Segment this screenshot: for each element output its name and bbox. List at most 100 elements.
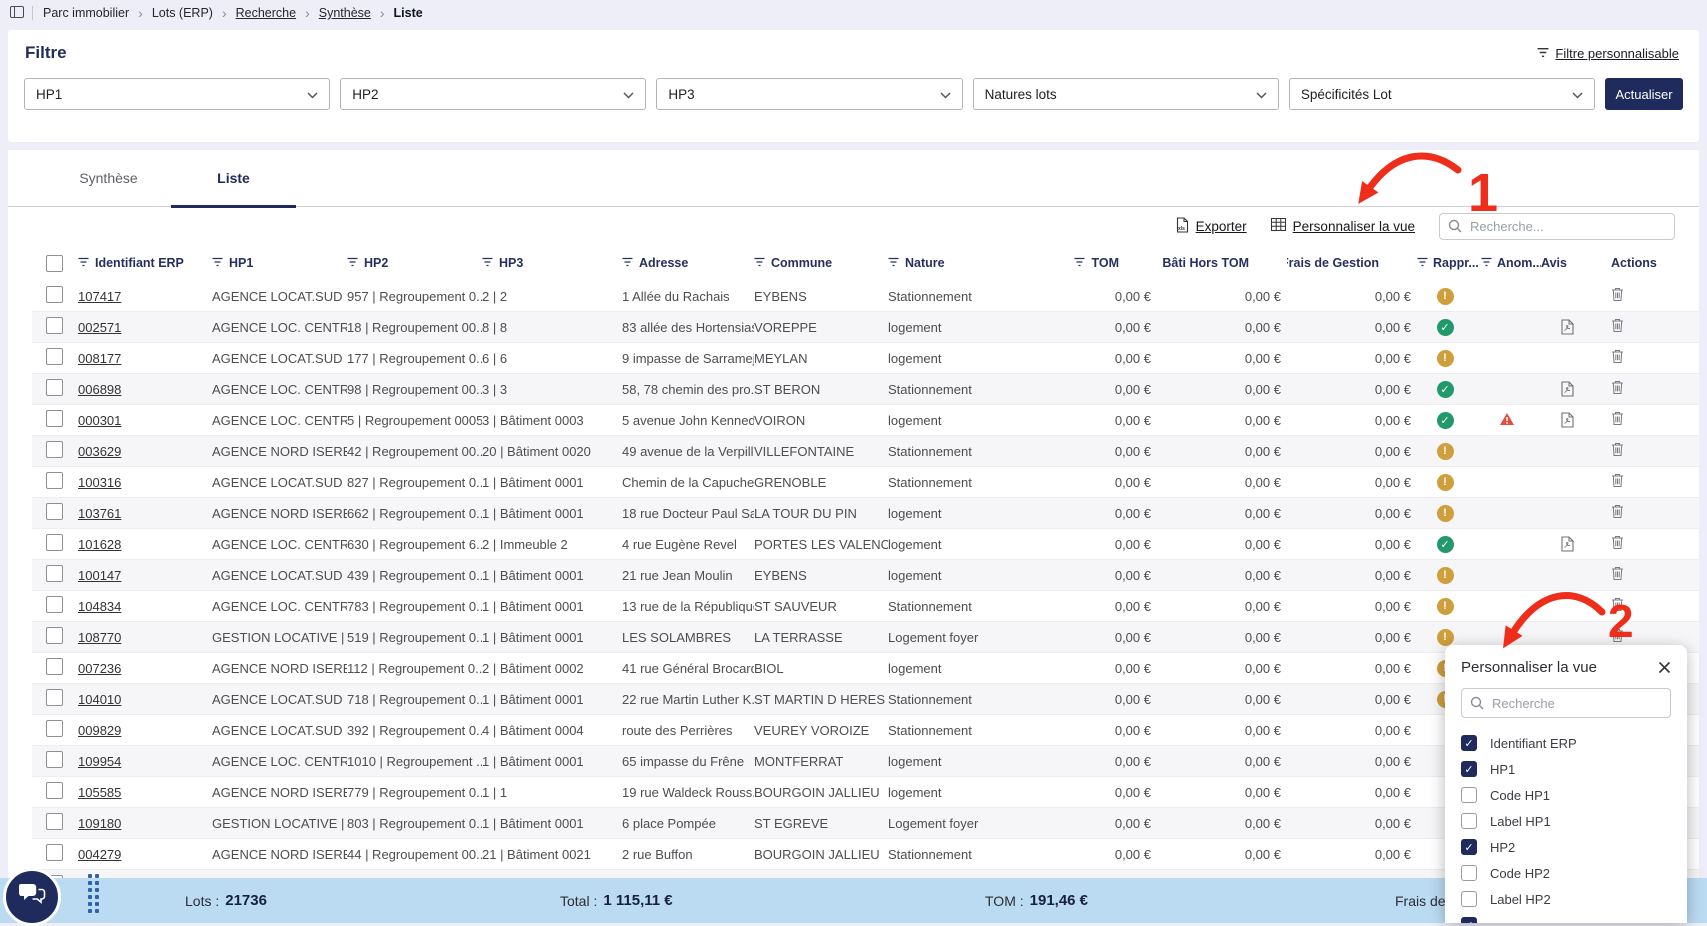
- drag-handle[interactable]: [88, 874, 99, 913]
- export-button[interactable]: xls Exporter: [1176, 217, 1247, 236]
- tab-liste[interactable]: Liste: [171, 150, 296, 208]
- row-checkbox[interactable]: [46, 441, 63, 458]
- filter-icon[interactable]: [212, 256, 223, 270]
- row-checkbox[interactable]: [46, 503, 63, 520]
- pdf-document-icon[interactable]: [1561, 381, 1574, 397]
- col-header-tom[interactable]: TOM: [1007, 256, 1157, 270]
- delete-row-button[interactable]: [1611, 566, 1624, 584]
- filter-icon[interactable]: [482, 256, 493, 270]
- lot-id-link[interactable]: 104010: [78, 692, 121, 707]
- filter-select-natures-lots[interactable]: Natures lots: [973, 78, 1279, 110]
- lot-id-link[interactable]: 000301: [78, 413, 121, 428]
- table-search-input[interactable]: [1439, 213, 1675, 240]
- checked-checkbox[interactable]: ✓: [1461, 735, 1477, 751]
- filter-icon[interactable]: [622, 256, 633, 270]
- lot-id-link[interactable]: 009829: [78, 723, 121, 738]
- row-checkbox[interactable]: [46, 565, 63, 582]
- popup-search-input[interactable]: [1461, 688, 1671, 718]
- pdf-document-icon[interactable]: [1561, 412, 1574, 428]
- refresh-button[interactable]: Actualiser: [1605, 78, 1683, 110]
- filter-icon[interactable]: [1481, 256, 1492, 270]
- row-checkbox[interactable]: [46, 627, 63, 644]
- close-icon[interactable]: [1658, 661, 1671, 674]
- row-checkbox[interactable]: [46, 379, 63, 396]
- chat-widget-button[interactable]: [3, 868, 61, 926]
- filter-icon[interactable]: [888, 256, 899, 270]
- row-checkbox[interactable]: [46, 410, 63, 427]
- col-header-commune[interactable]: Commune: [754, 256, 888, 270]
- row-checkbox[interactable]: [46, 596, 63, 613]
- col-header-adresse[interactable]: Adresse: [622, 256, 754, 270]
- lot-id-link[interactable]: 006898: [78, 382, 121, 397]
- delete-row-button[interactable]: [1611, 504, 1624, 522]
- filter-select-hp1[interactable]: HP1: [24, 78, 330, 110]
- filter-select-sp-cificit-s-lot[interactable]: Spécificités Lot: [1289, 78, 1595, 110]
- row-checkbox[interactable]: [46, 813, 63, 830]
- delete-row-button[interactable]: [1611, 349, 1624, 367]
- col-header-avis[interactable]: Avis: [1541, 256, 1601, 270]
- checked-checkbox[interactable]: ✓: [1461, 917, 1477, 923]
- unchecked-checkbox[interactable]: [1461, 865, 1477, 881]
- pdf-document-icon[interactable]: [1561, 536, 1574, 552]
- popup-item-hp2[interactable]: ✓HP2: [1461, 834, 1671, 860]
- filter-icon[interactable]: [1074, 256, 1085, 270]
- lot-id-link[interactable]: 003629: [78, 444, 121, 459]
- delete-row-button[interactable]: [1611, 411, 1624, 429]
- lot-id-link[interactable]: 107417: [78, 289, 121, 304]
- delete-row-button[interactable]: [1611, 318, 1624, 336]
- lot-id-link[interactable]: 004279: [78, 847, 121, 862]
- popup-item-partial[interactable]: ✓: [1461, 912, 1671, 923]
- row-checkbox[interactable]: [46, 348, 63, 365]
- delete-row-button[interactable]: [1611, 597, 1624, 615]
- lot-id-link[interactable]: 007236: [78, 661, 121, 676]
- row-checkbox[interactable]: [46, 658, 63, 675]
- delete-row-button[interactable]: [1611, 287, 1624, 305]
- lot-id-link[interactable]: 100147: [78, 568, 121, 583]
- filter-icon[interactable]: [78, 256, 89, 270]
- checked-checkbox[interactable]: ✓: [1461, 761, 1477, 777]
- pdf-document-icon[interactable]: [1561, 319, 1574, 335]
- checked-checkbox[interactable]: ✓: [1461, 839, 1477, 855]
- unchecked-checkbox[interactable]: [1461, 891, 1477, 907]
- col-header-hp1[interactable]: HP1: [212, 256, 347, 270]
- breadcrumb-item-3[interactable]: Synthèse: [319, 6, 371, 20]
- lot-id-link[interactable]: 103761: [78, 506, 121, 521]
- delete-row-button[interactable]: [1611, 380, 1624, 398]
- lot-id-link[interactable]: 104834: [78, 599, 121, 614]
- col-header-frais-de-gestion[interactable]: Frais de Gestion: [1287, 256, 1417, 270]
- lot-id-link[interactable]: 008177: [78, 351, 121, 366]
- popup-item-identifiant-erp[interactable]: ✓Identifiant ERP: [1461, 730, 1671, 756]
- customize-view-button[interactable]: Personnaliser la vue: [1271, 218, 1415, 234]
- popup-item-label-hp1[interactable]: Label HP1: [1461, 808, 1671, 834]
- row-checkbox[interactable]: [46, 317, 63, 334]
- popup-item-code-hp1[interactable]: Code HP1: [1461, 782, 1671, 808]
- delete-row-button[interactable]: [1611, 535, 1624, 553]
- unchecked-checkbox[interactable]: [1461, 787, 1477, 803]
- filter-select-hp2[interactable]: HP2: [340, 78, 646, 110]
- row-checkbox[interactable]: [46, 844, 63, 861]
- col-header-hp3[interactable]: HP3: [482, 256, 622, 270]
- filter-icon[interactable]: [1417, 256, 1428, 270]
- lot-id-link[interactable]: 105585: [78, 785, 121, 800]
- row-checkbox[interactable]: [46, 286, 63, 303]
- filter-icon[interactable]: [347, 256, 358, 270]
- col-header-nature[interactable]: Nature: [888, 256, 1007, 270]
- row-checkbox[interactable]: [46, 534, 63, 551]
- lot-id-link[interactable]: 100316: [78, 475, 121, 490]
- delete-row-button[interactable]: [1611, 628, 1624, 646]
- lot-id-link[interactable]: 109180: [78, 816, 121, 831]
- col-header-actions[interactable]: Actions: [1601, 256, 1677, 270]
- sidebar-toggle-icon[interactable]: [10, 6, 24, 21]
- custom-filter-link[interactable]: Filtre personnalisable: [1537, 46, 1679, 61]
- col-header-identifiant-erp[interactable]: Identifiant ERP: [78, 256, 212, 270]
- lot-id-link[interactable]: 108770: [78, 630, 121, 645]
- row-checkbox[interactable]: [46, 720, 63, 737]
- popup-item-code-hp2[interactable]: Code HP2: [1461, 860, 1671, 886]
- row-checkbox[interactable]: [46, 689, 63, 706]
- col-header-hp2[interactable]: HP2: [347, 256, 482, 270]
- filter-icon[interactable]: [754, 256, 765, 270]
- col-header-rappr[interactable]: Rappr...: [1417, 256, 1481, 270]
- row-checkbox[interactable]: [46, 472, 63, 489]
- row-checkbox[interactable]: [46, 751, 63, 768]
- filter-select-hp3[interactable]: HP3: [656, 78, 962, 110]
